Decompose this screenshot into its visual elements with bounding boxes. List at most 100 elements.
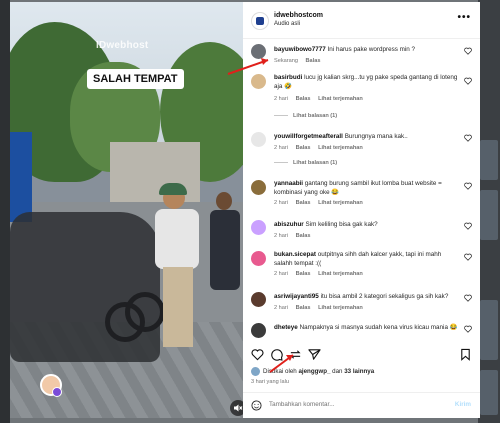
- comment-meta: 2 hari Balas Lihat terjemahan: [274, 200, 369, 206]
- account-username[interactable]: idwebhostcom: [274, 12, 323, 19]
- comment-text: youwillforgetmeafterall Burungnya mana k…: [274, 132, 460, 141]
- likes-others[interactable]: 33 lainnya: [344, 368, 374, 375]
- comment-time: 2 hari: [274, 233, 288, 239]
- comment-input[interactable]: Tambahkan komentar...: [269, 401, 334, 408]
- reply-button[interactable]: Balas: [296, 271, 311, 277]
- comment-username[interactable]: asriwijayanti95: [274, 293, 319, 300]
- comment-avatar[interactable]: [251, 323, 266, 338]
- comment-username[interactable]: abiszuhur: [274, 221, 304, 228]
- likes-prefix: Disukai oleh: [263, 368, 297, 376]
- background-left: [0, 0, 10, 423]
- comment-text: dheteye Nampaknya si masnya sudah kena v…: [274, 323, 460, 332]
- comment-username[interactable]: yannaabii: [274, 180, 303, 187]
- video-person-woman: [208, 192, 242, 292]
- liker-avatar[interactable]: [251, 367, 260, 376]
- translate-link[interactable]: Lihat terjemahan: [318, 271, 363, 277]
- comment-username[interactable]: bukan.sicepat: [274, 251, 316, 258]
- comment-avatar[interactable]: [251, 251, 266, 266]
- reply-button[interactable]: Balas: [296, 200, 311, 206]
- comment-avatar[interactable]: [251, 292, 266, 307]
- heart-icon[interactable]: [464, 77, 472, 85]
- background-card: [480, 370, 498, 415]
- comment-avatar[interactable]: [251, 220, 266, 235]
- heart-icon[interactable]: [464, 47, 472, 55]
- comment-meta: 2 hari Balas: [274, 233, 317, 239]
- reply-button[interactable]: Balas: [296, 233, 311, 239]
- likes-summary: Disukai oleh ajenggwp_ dan 33 lainnya: [251, 367, 374, 376]
- translate-link[interactable]: Lihat terjemahan: [318, 145, 363, 151]
- heart-icon[interactable]: [464, 294, 472, 302]
- heart-icon[interactable]: [464, 182, 472, 190]
- background-card: [480, 190, 498, 240]
- likes-conj: dan: [332, 368, 343, 376]
- person-pants: [163, 267, 193, 347]
- audio-label[interactable]: Audio asli: [274, 21, 300, 27]
- heart-icon[interactable]: [464, 253, 472, 261]
- background-card: [480, 300, 498, 360]
- translate-link[interactable]: Lihat terjemahan: [318, 305, 363, 311]
- heart-icon[interactable]: [464, 134, 472, 142]
- comment-meta: 2 hari Balas Lihat terjemahan: [274, 271, 369, 277]
- comment-time: Sekarang: [274, 58, 298, 64]
- bookmark-icon[interactable]: [459, 348, 472, 361]
- comment-username[interactable]: basirbudi: [274, 74, 302, 81]
- comment-avatar[interactable]: [251, 132, 266, 147]
- comment-time: 2 hari: [274, 305, 288, 311]
- more-icon[interactable]: •••: [457, 12, 471, 23]
- comment-avatar[interactable]: [251, 74, 266, 89]
- mute-icon: [234, 404, 243, 412]
- heart-icon[interactable]: [464, 325, 472, 333]
- comment-text: bayuwibowo7777 Ini harus pake wordpress …: [274, 45, 460, 54]
- video-motorbikes: [10, 212, 160, 362]
- comment-time: 2 hari: [274, 145, 288, 151]
- comment-body: itu bisa ambil 2 kategori sekaligus ga s…: [320, 293, 449, 300]
- comment-text: yannaabii gantang burung sambil ikut lom…: [274, 179, 460, 197]
- video-watermark: IDwebhost: [96, 40, 149, 51]
- translate-link[interactable]: Lihat terjemahan: [318, 96, 363, 102]
- comment-body: Burungnya mana kak..: [344, 133, 408, 140]
- comment-icon[interactable]: [270, 348, 283, 361]
- reply-button[interactable]: Balas: [296, 305, 311, 311]
- comment-time: 2 hari: [274, 200, 288, 206]
- add-comment-bar: Tambahkan komentar... Kirim: [243, 392, 480, 418]
- heart-icon[interactable]: [251, 348, 264, 361]
- person-body: [210, 210, 240, 290]
- translate-link[interactable]: Lihat terjemahan: [318, 200, 363, 206]
- account-avatar[interactable]: [251, 12, 269, 30]
- reply-button[interactable]: Balas: [296, 145, 311, 151]
- mute-button[interactable]: [230, 400, 243, 416]
- comments-list: bayuwibowo7777 Ini harus pake wordpress …: [243, 39, 480, 339]
- comment-meta: 2 hari Balas Lihat terjemahan: [274, 96, 369, 102]
- emoji-icon[interactable]: [251, 400, 262, 411]
- view-replies-link[interactable]: Lihat balasan (1): [274, 113, 337, 119]
- reply-button[interactable]: Balas: [306, 58, 321, 64]
- send-icon[interactable]: [308, 348, 321, 361]
- comment-username[interactable]: dheteye: [274, 324, 298, 331]
- post-header: idwebhostcom Audio asli •••: [243, 2, 480, 39]
- comment-username[interactable]: bayuwibowo7777: [274, 46, 326, 53]
- share-icon[interactable]: [289, 348, 302, 361]
- comment-meta: Sekarang Balas: [274, 58, 326, 64]
- person-shirt: [155, 209, 199, 269]
- reel-video[interactable]: IDwebhost SALAH TEMPAT: [10, 2, 243, 418]
- comment-text: asriwijayanti95 itu bisa ambil 2 kategor…: [274, 292, 460, 301]
- comments-panel: idwebhostcom Audio asli ••• bayuwibowo77…: [243, 2, 480, 418]
- liker-username[interactable]: ajenggwp_: [298, 368, 330, 375]
- person-head: [216, 192, 232, 210]
- comment-time: 2 hari: [274, 96, 288, 102]
- comment-avatar[interactable]: [251, 44, 266, 59]
- comment-username[interactable]: youwillforgetmeafterall: [274, 133, 343, 140]
- post-time: 3 hari yang lalu: [251, 379, 289, 385]
- comment-body: Nampaknya si masnya sudah kena virus kic…: [299, 324, 458, 331]
- reply-button[interactable]: Balas: [296, 96, 311, 102]
- comment-avatar[interactable]: [251, 180, 266, 195]
- post-actions: [243, 345, 480, 365]
- post-comment-button[interactable]: Kirim: [455, 401, 471, 408]
- comment-body: Sim keliling bisa gak kak?: [305, 221, 378, 228]
- comment-meta: 2 hari Balas Lihat terjemahan: [274, 145, 369, 151]
- heart-icon[interactable]: [464, 222, 472, 230]
- salah-tempat-label: SALAH TEMPAT: [87, 69, 184, 89]
- view-replies-link[interactable]: Lihat balasan (1): [274, 160, 337, 166]
- background-right: [478, 0, 500, 423]
- video-banner: [10, 132, 32, 222]
